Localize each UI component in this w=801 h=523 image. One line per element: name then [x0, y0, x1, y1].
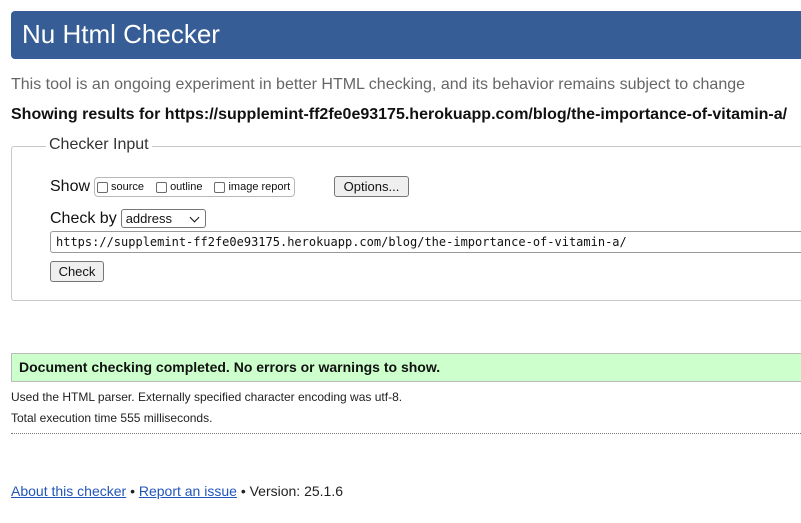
- version-text: Version: 25.1.6: [249, 483, 344, 499]
- show-row: Show source outline image report: [50, 176, 296, 198]
- tagline: This tool is an ongoing experiment in be…: [11, 76, 746, 93]
- show-source-option[interactable]: source: [97, 181, 144, 193]
- options-button[interactable]: Options...: [334, 176, 409, 197]
- check-button[interactable]: Check: [50, 261, 104, 282]
- chevron-down-icon: [189, 212, 200, 222]
- show-options-group: source outline image report: [94, 177, 296, 197]
- image-report-checkbox[interactable]: [214, 181, 226, 193]
- check-by-selected-value: address: [125, 211, 172, 226]
- check-by-label: Check by: [50, 209, 117, 227]
- url-input[interactable]: https://supplemint-ff2fe0e93175.herokuap…: [50, 231, 801, 253]
- results-heading: Showing results for https://supplemint-f…: [11, 106, 788, 123]
- execution-time: Total execution time 555 milliseconds.: [11, 411, 213, 425]
- success-message: Document checking completed. No errors o…: [11, 353, 801, 382]
- source-checkbox-label: source: [111, 181, 145, 193]
- outline-checkbox-label: outline: [170, 181, 203, 193]
- page-title: Nu Html Checker: [22, 19, 220, 49]
- footer-separator: •: [130, 483, 135, 499]
- show-image-report-option[interactable]: image report: [214, 181, 290, 193]
- page: Nu Html Checker This tool is an ongoing …: [0, 0, 801, 523]
- parser-info: Used the HTML parser. Externally specifi…: [11, 390, 403, 404]
- image-report-checkbox-label: image report: [228, 181, 291, 193]
- header-banner: Nu Html Checker: [11, 11, 801, 59]
- source-checkbox[interactable]: [97, 181, 109, 193]
- report-issue-link[interactable]: Report an issue: [139, 483, 237, 499]
- outline-checkbox[interactable]: [156, 181, 168, 193]
- show-outline-option[interactable]: outline: [156, 181, 202, 193]
- show-label: Show: [50, 178, 91, 195]
- check-by-row: Check by address: [50, 209, 206, 228]
- divider: [11, 433, 801, 434]
- footer: About this checker • Report an issue • V…: [11, 483, 343, 499]
- check-by-select[interactable]: address: [120, 209, 206, 228]
- footer-separator: •: [240, 483, 246, 499]
- about-link[interactable]: About this checker: [11, 483, 126, 499]
- checker-input-legend: Checker Input: [46, 136, 152, 154]
